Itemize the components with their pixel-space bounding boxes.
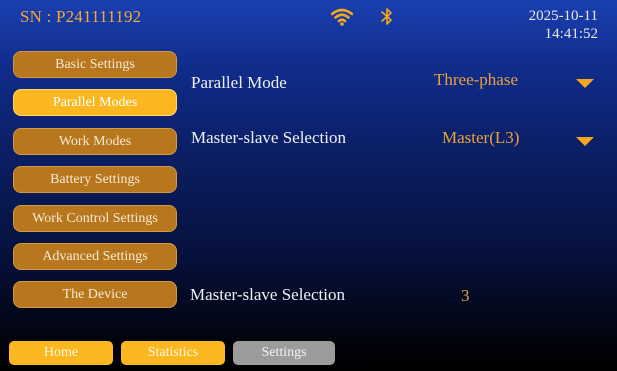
master-slave-count-label: Master-slave Selection xyxy=(190,285,345,304)
parallel-mode-label: Parallel Mode xyxy=(191,73,287,92)
bluetooth-icon xyxy=(381,8,392,25)
parallel-mode-value[interactable]: Three-phase xyxy=(434,70,518,90)
nav-statistics-button[interactable]: Statistics xyxy=(121,341,225,365)
master-slave-count-value[interactable]: 3 xyxy=(461,286,470,306)
menu-basic-settings[interactable]: Basic Settings xyxy=(13,51,177,78)
date-time: 2025-10-11 14:41:52 xyxy=(529,7,598,43)
master-slave-value[interactable]: Master(L3) xyxy=(442,128,519,148)
menu-work-modes[interactable]: Work Modes xyxy=(13,128,177,155)
serial-number: SN : P241111192 xyxy=(20,7,142,26)
menu-battery-settings[interactable]: Battery Settings xyxy=(13,166,177,193)
menu-the-device[interactable]: The Device xyxy=(13,281,177,308)
time-text: 14:41:52 xyxy=(544,26,598,42)
menu-work-control-settings[interactable]: Work Control Settings xyxy=(13,205,177,232)
menu-advanced-settings[interactable]: Advanced Settings xyxy=(13,243,177,270)
date-text: 2025-10-11 xyxy=(528,8,598,24)
master-slave-label: Master-slave Selection xyxy=(191,128,346,147)
settings-screen: SN : P241111192 2025-10-11 14:41:52 Basi… xyxy=(0,0,617,371)
menu-parallel-modes[interactable]: Parallel Modes xyxy=(13,89,177,116)
wifi-icon xyxy=(331,8,353,26)
master-slave-dropdown-icon[interactable] xyxy=(576,137,594,146)
nav-home-button[interactable]: Home xyxy=(9,341,113,365)
parallel-mode-dropdown-icon[interactable] xyxy=(576,79,594,88)
nav-settings-button[interactable]: Settings xyxy=(233,341,335,365)
